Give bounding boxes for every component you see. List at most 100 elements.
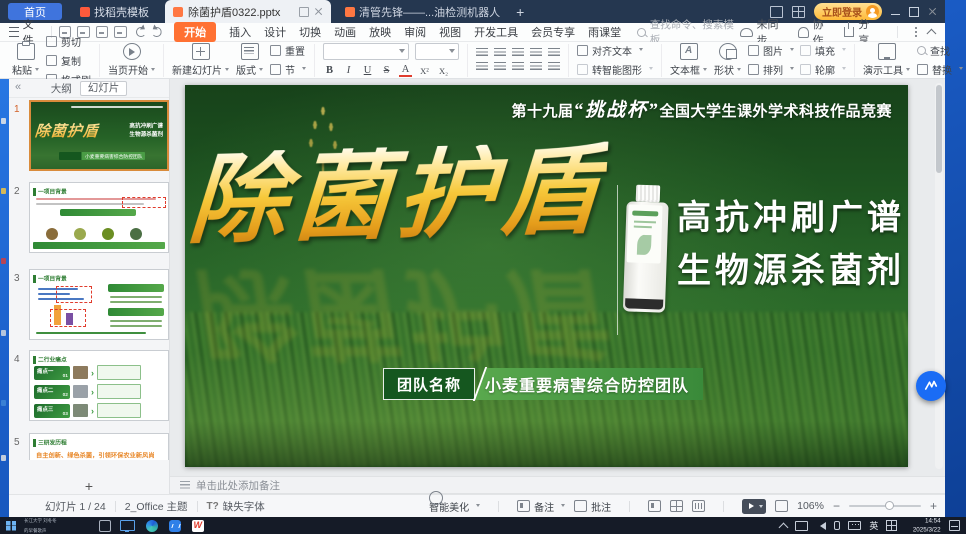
- menu-tab-rainclassroom[interactable]: 雨课堂: [588, 24, 621, 40]
- ime-language-indicator[interactable]: 英: [869, 519, 878, 532]
- to-smartart-button[interactable]: 转智能图形: [577, 62, 653, 77]
- bullet-list-icon[interactable]: [476, 48, 488, 58]
- product-bottle-image[interactable]: [621, 184, 672, 316]
- layout-button[interactable]: 版式: [236, 43, 263, 77]
- tab-slides[interactable]: 幻灯片: [80, 81, 128, 96]
- team-banner[interactable]: 团队名称 小麦重要病害综合防控团队: [383, 368, 703, 400]
- menu-tab-slideshow[interactable]: 放映: [369, 24, 391, 40]
- minimize-button[interactable]: [891, 14, 900, 15]
- italic-button[interactable]: I: [342, 65, 355, 76]
- fit-to-window-icon[interactable]: [775, 500, 788, 512]
- slideshow-play-button[interactable]: [742, 499, 766, 514]
- hidden-icons-chevron[interactable]: [779, 522, 789, 532]
- normal-view-icon[interactable]: [648, 500, 661, 512]
- presentation-tools-button[interactable]: 演示工具: [863, 43, 910, 77]
- start-button[interactable]: [6, 521, 16, 531]
- tab-outline[interactable]: 大纲: [51, 81, 72, 96]
- menu-tab-view[interactable]: 视图: [439, 24, 461, 40]
- slide-thumbnail-3[interactable]: 一项目背景: [29, 269, 169, 340]
- edge-browser-icon[interactable]: [146, 520, 158, 532]
- slide-thumbnail-5[interactable]: 三研发历程 自主创新、绿色杀菌，引领环保农业新风尚 159 217倍 1459倍: [29, 433, 169, 460]
- reading-view-icon[interactable]: [692, 500, 705, 512]
- arrange-button[interactable]: 排列: [748, 62, 794, 77]
- justify-icon[interactable]: [530, 62, 542, 72]
- slide-thumbnail-4[interactable]: 二行业痛点 痛点一01 › 痛点二02 › 痛点三03 ›: [29, 350, 169, 421]
- add-slide-button[interactable]: +: [9, 478, 169, 494]
- font-name-combo[interactable]: [323, 43, 409, 60]
- ime-icon[interactable]: [886, 520, 897, 531]
- align-center-icon[interactable]: [494, 62, 506, 72]
- zoom-out-button[interactable]: −: [833, 499, 840, 513]
- zoom-in-button[interactable]: +: [930, 499, 937, 513]
- textbox-button[interactable]: 文本框: [670, 43, 707, 77]
- subscript-button[interactable]: X₂: [437, 66, 450, 76]
- underline-button[interactable]: U: [361, 65, 374, 76]
- tab-document-other[interactable]: 清管先锋——...油检测机器人: [339, 3, 506, 20]
- line-spacing-icon[interactable]: [548, 48, 560, 58]
- slide-thumbnail-2[interactable]: 一项目背景: [29, 182, 169, 253]
- menu-tab-member[interactable]: 会员专享: [531, 24, 575, 40]
- notification-center-icon[interactable]: [949, 520, 960, 531]
- decrease-indent-icon[interactable]: [512, 48, 524, 58]
- vertical-scrollbar[interactable]: [935, 83, 943, 469]
- menu-tab-developer[interactable]: 开发工具: [474, 24, 518, 40]
- taskbar-clock[interactable]: 14:54 2025/3/22: [905, 517, 941, 534]
- section-button[interactable]: 节: [270, 62, 306, 77]
- print-icon[interactable]: [96, 26, 109, 38]
- menu-tab-home[interactable]: 开始: [174, 22, 216, 42]
- pin-tab-icon[interactable]: [299, 7, 309, 17]
- competition-title[interactable]: 第十九届“挑战杯”全国大学生课外学术科技作品竞赛: [511, 95, 892, 122]
- font-size-combo[interactable]: [415, 43, 459, 60]
- collapse-ribbon-icon[interactable]: [927, 29, 937, 39]
- slide-sorter-view-icon[interactable]: [670, 500, 683, 512]
- notes-bar[interactable]: 单击此处添加备注: [170, 476, 945, 494]
- collapse-panel-button[interactable]: «: [15, 81, 21, 93]
- increase-indent-icon[interactable]: [530, 48, 542, 58]
- replace-button[interactable]: 替换: [917, 62, 963, 77]
- more-menu-icon[interactable]: [915, 31, 917, 33]
- theme-name[interactable]: 2_Office 主题: [125, 499, 188, 514]
- comment-button[interactable]: 批注: [574, 499, 611, 514]
- font-color-button[interactable]: A: [399, 64, 412, 77]
- fill-button[interactable]: 填充: [800, 43, 846, 58]
- menu-tab-review[interactable]: 审阅: [404, 24, 426, 40]
- smart-beautify-button[interactable]: 智能美化: [429, 499, 480, 514]
- assistant-button[interactable]: [916, 371, 946, 401]
- shape-button[interactable]: 形状: [714, 43, 741, 77]
- paste-button[interactable]: 粘贴: [12, 43, 39, 77]
- touch-keyboard-icon[interactable]: [848, 521, 861, 530]
- find-button[interactable]: 查找: [917, 43, 963, 58]
- distribute-icon[interactable]: [548, 62, 560, 72]
- remote-desktop-app-icon[interactable]: [120, 520, 135, 531]
- slide-editor[interactable]: 除菌护盾 第十九届“挑战杯”全国大学生课外学术科技作品竞赛 除菌护盾: [185, 85, 908, 467]
- picture-button[interactable]: 图片: [748, 43, 794, 58]
- taskbar-search-widget[interactable]: 长江大学 刘冬冬 的早餐歌声: [24, 516, 90, 534]
- close-window-button[interactable]: [928, 7, 937, 16]
- align-right-icon[interactable]: [512, 62, 524, 72]
- wps-app-icon[interactable]: [192, 520, 204, 532]
- microphone-icon[interactable]: [834, 521, 840, 530]
- zoom-percent[interactable]: 106%: [797, 500, 824, 512]
- outline-button[interactable]: 轮廓: [800, 62, 846, 77]
- superscript-button[interactable]: X²: [418, 66, 431, 76]
- zoom-slider-knob[interactable]: [885, 501, 894, 510]
- new-tab-button[interactable]: +: [516, 4, 524, 20]
- align-text-button[interactable]: 对齐文本: [577, 43, 653, 58]
- copy-button[interactable]: 复制: [46, 53, 91, 68]
- numbered-list-icon[interactable]: [494, 48, 506, 58]
- notes-toggle-button[interactable]: 备注: [517, 499, 565, 514]
- strikethrough-button[interactable]: S: [380, 65, 393, 76]
- menu-tab-animation[interactable]: 动画: [334, 24, 356, 40]
- reset-button[interactable]: 重置: [270, 43, 306, 58]
- network-icon[interactable]: [795, 521, 808, 531]
- preview-icon[interactable]: [114, 26, 127, 38]
- blue-app-icon[interactable]: [169, 520, 181, 532]
- zoom-slider[interactable]: [849, 505, 921, 507]
- tab-document-active[interactable]: 除菌护盾0322.pptx: [165, 0, 331, 23]
- volume-icon[interactable]: [816, 522, 826, 530]
- menu-tab-insert[interactable]: 插入: [229, 24, 251, 40]
- menu-tab-transitions[interactable]: 切换: [299, 24, 321, 40]
- menu-tab-design[interactable]: 设计: [264, 24, 286, 40]
- undo-icon[interactable]: [136, 27, 146, 37]
- tab-docer-templates[interactable]: 找稻壳模板: [74, 3, 155, 20]
